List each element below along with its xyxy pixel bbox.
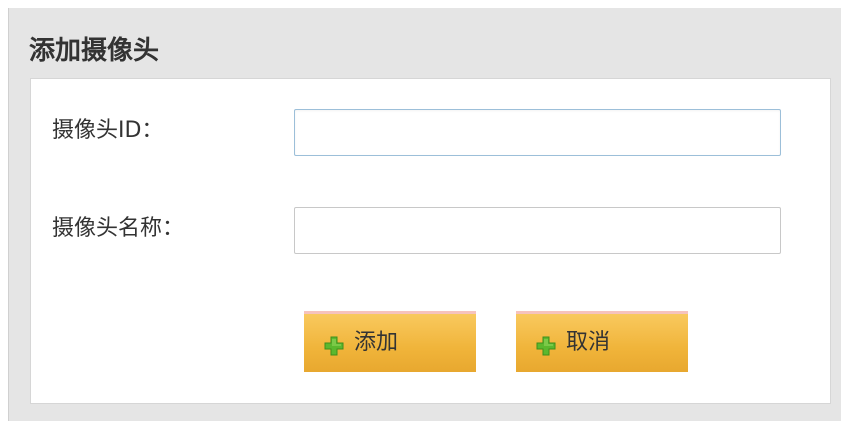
camera-name-row: 摄像头名称： [31,207,830,255]
camera-name-label: 摄像头名称： [52,216,185,241]
add-button[interactable]: 添加 [304,311,476,372]
cancel-button[interactable]: 取消 [516,311,688,372]
add-button-label: 添加 [354,330,399,355]
plus-icon [322,334,346,358]
camera-id-row: 摄像头ID： [31,109,830,157]
dialog-title: 添加摄像头 [29,36,160,66]
plus-icon [534,334,558,358]
form-panel: 摄像头ID： 摄像头名称： 添加 取消 [30,78,831,404]
add-camera-dialog: 添加摄像头 摄像头ID： 摄像头名称： 添加 取消 [8,8,841,421]
camera-id-label: 摄像头ID： [52,118,164,143]
camera-name-input[interactable] [294,207,781,254]
camera-id-input[interactable] [294,109,781,156]
cancel-button-label: 取消 [566,330,611,355]
